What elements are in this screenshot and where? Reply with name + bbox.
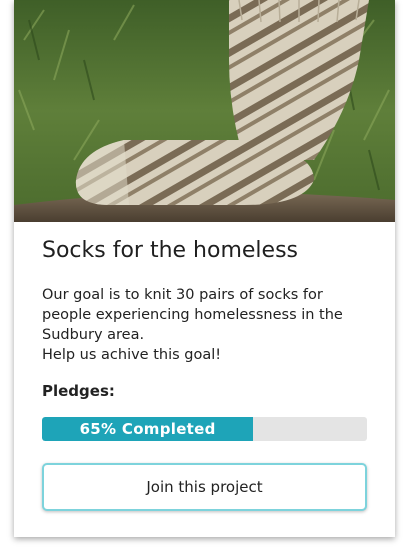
- join-project-button[interactable]: Join this project: [42, 463, 367, 511]
- project-title: Socks for the homeless: [42, 238, 298, 263]
- pledges-label: Pledges:: [42, 382, 115, 400]
- description-call-to-action: Help us achive this goal!: [42, 347, 222, 363]
- progress-label: 65% Completed: [79, 420, 216, 438]
- project-description: Our goal is to knit 30 pairs of socks fo…: [42, 285, 372, 365]
- project-card: Socks for the homeless Our goal is to kn…: [14, 0, 395, 537]
- description-text: Our goal is to knit 30 pairs of socks fo…: [42, 287, 343, 343]
- pledges-progress-bar: 65% Completed: [42, 417, 367, 441]
- project-photo: [14, 0, 395, 222]
- card-body: Socks for the homeless Our goal is to kn…: [14, 222, 395, 537]
